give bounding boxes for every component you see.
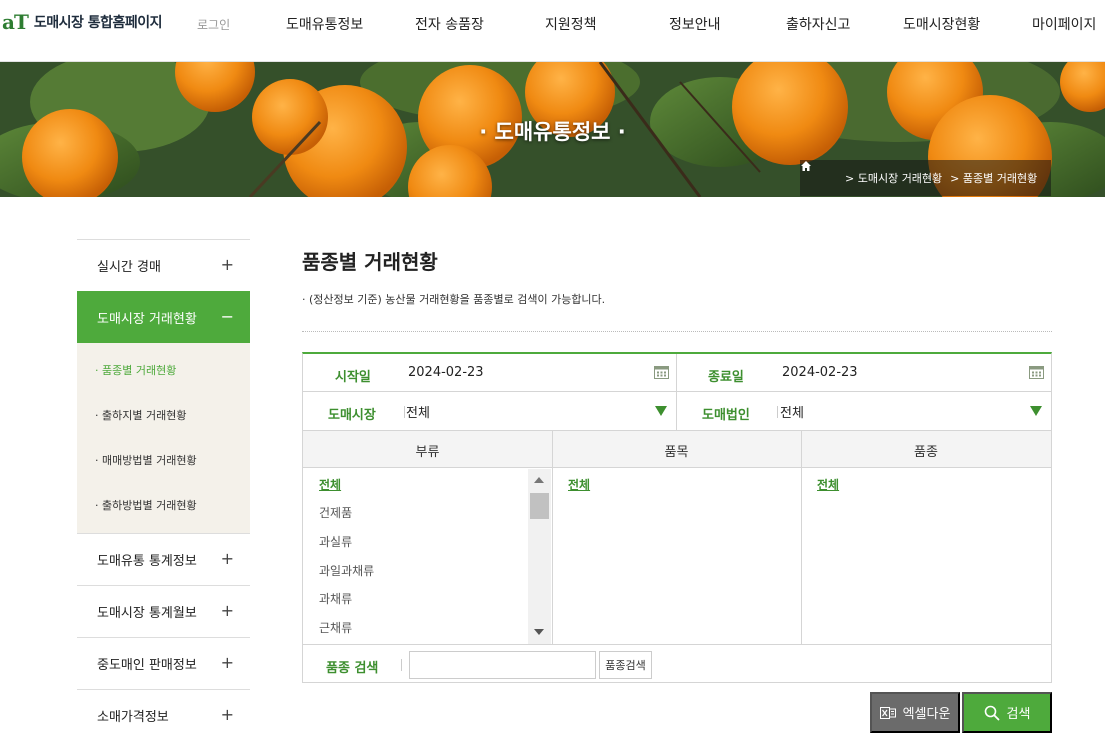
divider bbox=[676, 354, 677, 430]
sidebar-item-stat-info[interactable]: 도매유통 통계정보 + bbox=[77, 533, 250, 585]
end-date-label: 종료일 bbox=[708, 370, 744, 385]
excel-download-button[interactable]: 엑셀다운 bbox=[870, 692, 960, 733]
start-date-label: 시작일 bbox=[335, 370, 371, 385]
plus-icon: + bbox=[220, 255, 234, 274]
breadcrumb: > 도매시장 거래현황 > 품종별 거래현황 bbox=[800, 160, 1052, 196]
search-button-label: 검색 bbox=[1006, 707, 1031, 722]
list-item[interactable]: 전체 bbox=[817, 470, 1037, 499]
column-header-item: 품목 bbox=[664, 445, 689, 460]
nav-distribution-info[interactable]: 도매유통정보 bbox=[286, 14, 363, 34]
global-nav: 도매유통정보 전자 송품장 지원정책 정보안내 출하자신고 도매시장현황 마이페… bbox=[0, 0, 1105, 46]
item-list: 전체 bbox=[568, 470, 788, 499]
sidebar-item-label: 도매시장 통계월보 bbox=[97, 606, 197, 621]
variety-search-row: 품종 검색 품종검색 bbox=[303, 644, 1051, 683]
separator bbox=[404, 406, 405, 418]
sidebar-item-label: 소매가격정보 bbox=[97, 710, 169, 725]
nav-shipper-report[interactable]: 출하자신고 bbox=[786, 14, 850, 34]
dropdown-arrow-icon[interactable] bbox=[1030, 406, 1042, 416]
end-date-input[interactable]: 2024-02-23 bbox=[782, 365, 858, 380]
scroll-down-icon[interactable] bbox=[534, 629, 544, 635]
search-panel: 시작일 2024-02-23 종료일 2024-02-23 도매시장 전체 도매… bbox=[302, 352, 1052, 683]
category-scrollbar[interactable] bbox=[528, 469, 551, 645]
sidebar-item-label: 중도매인 판매정보 bbox=[97, 658, 197, 673]
list-item[interactable]: 과실류 bbox=[319, 527, 524, 556]
sidebar-item-label: 실시간 경매 bbox=[97, 260, 161, 275]
breadcrumb-path: > 도매시장 거래현황 > 품종별 거래현황 bbox=[837, 160, 1052, 196]
nav-market-status[interactable]: 도매시장현황 bbox=[903, 14, 980, 34]
sidebar-item-label: 도매유통 통계정보 bbox=[97, 554, 197, 569]
plus-icon: + bbox=[220, 653, 234, 672]
date-row: 시작일 2024-02-23 종료일 2024-02-23 bbox=[303, 354, 1051, 392]
list-item[interactable]: 과채류 bbox=[319, 584, 524, 613]
search-button[interactable]: 검색 bbox=[962, 692, 1052, 733]
header: aT 도매시장 통합홈페이지 로그인 도매유통정보 전자 송품장 지원정책 정보… bbox=[0, 0, 1105, 62]
sidebar-item-retail-price[interactable]: 소매가격정보 + bbox=[77, 689, 250, 741]
nav-mypage[interactable]: 마이페이지 bbox=[1032, 14, 1096, 34]
market-row: 도매시장 전체 도매법인 전체 bbox=[303, 392, 1051, 430]
excel-download-label: 엑셀다운 bbox=[902, 707, 951, 722]
separator bbox=[777, 406, 778, 418]
separator bbox=[401, 659, 402, 671]
breadcrumb-market-trade[interactable]: > 도매시장 거래현황 bbox=[845, 170, 942, 186]
variety-list: 전체 bbox=[817, 470, 1037, 499]
scroll-up-icon[interactable] bbox=[534, 477, 544, 483]
list-item[interactable]: 전체 bbox=[319, 470, 524, 499]
category-list: 전체 건제품 과실류 과일과채류 과채류 근채류 bbox=[319, 470, 524, 642]
hero-banner: · 도매유통정보 · > 도매시장 거래현황 > 품종별 거래현황 bbox=[0, 62, 1105, 197]
nav-info-guide[interactable]: 정보안내 bbox=[669, 14, 721, 34]
calendar-icon[interactable] bbox=[654, 365, 669, 379]
corp-label: 도매법인 bbox=[702, 408, 750, 423]
list-item[interactable]: 건제품 bbox=[319, 499, 524, 528]
calendar-icon[interactable] bbox=[1029, 365, 1044, 379]
sidebar: 실시간 경매 + 도매시장 거래현황 − · 품종별 거래현황 · 출하지별 거… bbox=[77, 239, 250, 741]
variety-search-label: 품종 검색 bbox=[326, 661, 379, 676]
market-select[interactable]: 전체 bbox=[406, 402, 430, 421]
page-description: · (정산정보 기준) 농산물 거래현황을 품종별로 검색이 가능합니다. bbox=[302, 293, 606, 306]
sidebar-item-market-trade[interactable]: 도매시장 거래현황 − bbox=[77, 291, 250, 343]
sidebar-item-monthly-report[interactable]: 도매시장 통계월보 + bbox=[77, 585, 250, 637]
start-date-input[interactable]: 2024-02-23 bbox=[408, 365, 484, 380]
scroll-thumb[interactable] bbox=[530, 493, 549, 519]
column-header-category: 부류 bbox=[415, 445, 440, 460]
plus-icon: + bbox=[220, 601, 234, 620]
variety-search-button[interactable]: 품종검색 bbox=[599, 651, 652, 679]
market-label: 도매시장 bbox=[328, 408, 376, 423]
submenu-item-ship-method-trade[interactable]: · 출하방법별 거래현황 bbox=[77, 482, 250, 527]
sidebar-item-realtime-auction[interactable]: 실시간 경매 + bbox=[77, 239, 250, 291]
list-columns-header: 부류 품목 품종 bbox=[303, 430, 1051, 468]
home-icon[interactable] bbox=[800, 160, 837, 196]
sidebar-submenu: · 품종별 거래현황 · 출하지별 거래현황 · 매매방법별 거래현황 · 출하… bbox=[77, 343, 250, 533]
sidebar-item-label: 도매시장 거래현황 bbox=[97, 312, 197, 327]
divider bbox=[303, 391, 1051, 392]
plus-icon: + bbox=[220, 705, 234, 724]
sidebar-item-broker-sales[interactable]: 중도매인 판매정보 + bbox=[77, 637, 250, 689]
divider bbox=[552, 430, 553, 644]
plus-icon: + bbox=[220, 549, 234, 568]
banner-title: · 도매유통정보 · bbox=[479, 120, 626, 144]
list-item[interactable]: 근채류 bbox=[319, 613, 524, 642]
divider bbox=[302, 331, 1052, 332]
list-item[interactable]: 과일과채류 bbox=[319, 556, 524, 585]
nav-support-policy[interactable]: 지원정책 bbox=[545, 14, 597, 34]
variety-search-input[interactable] bbox=[409, 651, 596, 679]
submenu-item-method-trade[interactable]: · 매매방법별 거래현황 bbox=[77, 437, 250, 482]
column-header-variety: 품종 bbox=[914, 445, 938, 460]
submenu-item-variety-trade[interactable]: · 품종별 거래현황 bbox=[77, 347, 250, 392]
list-item[interactable]: 전체 bbox=[568, 470, 788, 499]
corp-select[interactable]: 전체 bbox=[780, 402, 804, 421]
breadcrumb-variety-trade[interactable]: > 품종별 거래현황 bbox=[950, 170, 1037, 186]
divider bbox=[801, 430, 802, 644]
submenu-item-origin-trade[interactable]: · 출하지별 거래현황 bbox=[77, 392, 250, 437]
search-icon bbox=[984, 705, 999, 720]
page-title: 품종별 거래현황 bbox=[302, 250, 438, 274]
excel-icon bbox=[879, 706, 896, 719]
nav-e-invoice[interactable]: 전자 송품장 bbox=[415, 14, 484, 34]
minus-icon: − bbox=[220, 307, 234, 326]
dropdown-arrow-icon[interactable] bbox=[655, 406, 667, 416]
